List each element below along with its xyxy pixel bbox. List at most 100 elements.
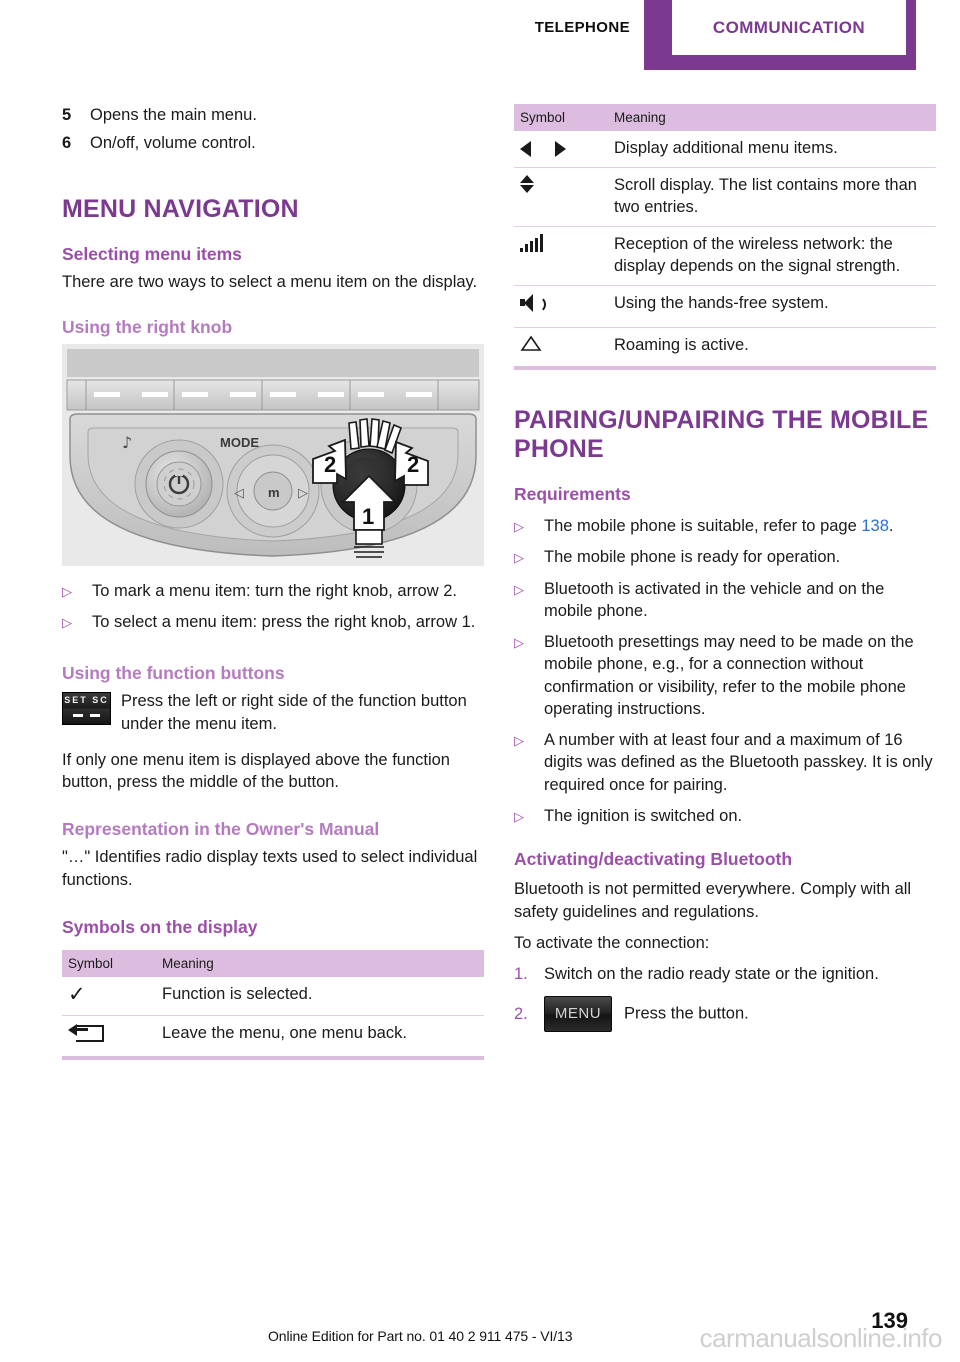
legend-number: 5 [62, 106, 72, 124]
triangle-bullet-icon: ▷ [514, 733, 524, 749]
requirement-item: ▷ A number with at least four and a maxi… [514, 729, 936, 796]
legend-item-5: 5 Opens the main menu. [62, 104, 484, 126]
up-down-triangles-icon [520, 175, 534, 194]
paragraph-activate-connection: To activate the connection: [514, 933, 710, 952]
page-header: TELEPHONE COMMUNICATION [0, 0, 960, 72]
step-text: Switch on the radio ready state or the i… [544, 965, 879, 984]
mode-label: MODE [220, 435, 259, 450]
section-title-menu-navigation: MENU NAVIGATION [62, 194, 299, 223]
previous-chapter-label: TELEPHONE [380, 0, 630, 55]
meaning-cell: Function is selected. [154, 976, 484, 1017]
right-knob-bullets: ▷ To mark a menu item: turn the right kn… [62, 580, 484, 634]
bullet-item: ▷ To select a menu item: press the right… [62, 611, 484, 633]
page-footer: Online Edition for Part no. 01 40 2 911 … [0, 1282, 960, 1362]
set-sc-button-label: SET SC [64, 695, 109, 706]
step-item: 2. MENU Press the button. [514, 996, 936, 1033]
symbol-cell [514, 131, 606, 169]
paragraph-selecting-menu-items: There are two ways to select a menu item… [62, 272, 478, 291]
left-column: 5 Opens the main menu. 6 On/off, volume … [62, 104, 484, 1060]
symbol-cell [62, 1015, 154, 1060]
meaning-cell: Reception of the wireless network: the d… [606, 226, 936, 287]
symbol-cell [514, 327, 606, 371]
column-header-meaning: Meaning [154, 949, 484, 977]
current-chapter-tab: COMMUNICATION [672, 0, 906, 55]
column-header-symbol: Symbol [514, 104, 606, 131]
menu-button-label: MENU [554, 1005, 602, 1023]
requirement-text: A number with at least four and a maximu… [544, 731, 933, 794]
back-arrow-icon [68, 1023, 104, 1043]
requirement-text: The ignition is switched on. [544, 806, 743, 825]
signal-bars-icon [520, 234, 543, 253]
triangle-bullet-icon: ▷ [62, 583, 72, 599]
requirement-text: The mobile phone is ready for operation. [544, 548, 841, 567]
legend-item-6: 6 On/off, volume control. [62, 132, 484, 154]
column-header-meaning: Meaning [606, 104, 936, 131]
requirement-text-before: The mobile phone is suitable, refer to p… [544, 517, 862, 536]
table-header-row: Symbol Meaning [514, 104, 936, 131]
right-triangle-icon [555, 140, 566, 157]
set-sc-button-icon: SET SC [62, 692, 111, 726]
meaning-cell: Using the hands-free system. [606, 285, 936, 328]
requirement-text-after: . [888, 517, 894, 536]
car-radio-control-panel-figure: MODE ♪ m ◁ ▷ 2 2 1 [62, 343, 484, 566]
meaning-cell: Scroll display. The list contains more t… [606, 167, 936, 228]
symbol-cell [514, 167, 606, 228]
symbol-cell: ✓ [62, 976, 154, 1017]
music-note-icon: ♪ [122, 433, 132, 452]
bullet-text: To select a menu item: press the right k… [92, 613, 476, 632]
triangle-bullet-icon: ▷ [514, 808, 524, 824]
section-title-pairing-unpairing: PAIRING/UNPAIRING THE MOBILE PHONE [514, 406, 929, 464]
requirements-list: ▷ The mobile phone is suitable, refer to… [514, 515, 936, 827]
triangle-bullet-icon: ▷ [514, 550, 524, 566]
checkmark-icon: ✓ [68, 982, 86, 1006]
meaning-cell: Display additional menu items. [606, 131, 936, 169]
triangle-bullet-icon: ▷ [514, 519, 524, 535]
meaning-cell: Leave the menu, one menu back. [154, 1015, 484, 1060]
edition-line: Online Edition for Part no. 01 40 2 911 … [268, 1328, 573, 1344]
speaker-icon [520, 293, 546, 314]
table-row: Roaming is active. [514, 327, 936, 371]
step-item: 1. Switch on the radio ready state or th… [514, 963, 936, 985]
function-button-instruction-text: Press the left or right side of the func… [121, 692, 467, 733]
paragraph-bluetooth-warning: Bluetooth is not permitted everywhere. C… [514, 880, 912, 921]
column-header-symbol: Symbol [62, 949, 154, 977]
right-column: Symbol Meaning Display additional menu i… [514, 104, 936, 1043]
legend-number: 6 [62, 134, 72, 153]
table-row: Scroll display. The list contains more t… [514, 167, 936, 228]
requirement-text: The mobile phone is suitable, refer to p… [544, 515, 936, 537]
roaming-triangle-icon [520, 335, 542, 351]
triangle-bullet-icon: ▷ [62, 615, 72, 631]
requirement-item: ▷ The mobile phone is ready for operatio… [514, 546, 936, 568]
set-sc-button-dashes [63, 714, 110, 718]
step-instruction-text: Press the button. [624, 1004, 749, 1023]
symbol-cell [514, 226, 606, 287]
center-m-label: m [268, 485, 280, 500]
heading-representation-owners-manual: Representation in the Owner's Manual [62, 819, 380, 840]
page-reference-link[interactable]: 138 [861, 517, 889, 535]
right-arrow-icon: ▷ [298, 486, 308, 501]
meaning-cell: Roaming is active. [606, 327, 936, 371]
callout-2-left: 2 [324, 452, 336, 477]
table-header-row: Symbol Meaning [62, 949, 484, 977]
callout-1: 1 [362, 504, 374, 529]
heading-activating-deactivating-bluetooth: Activating/deactivating Bluetooth [514, 849, 793, 870]
symbol-cell [514, 285, 606, 328]
left-triangle-icon [520, 140, 531, 157]
legend-text: Opens the main menu. [90, 106, 257, 124]
display-symbols-table: Symbol Meaning Display additional menu i… [514, 104, 936, 371]
requirement-item: ▷ Bluetooth presettings may need to be m… [514, 631, 936, 720]
paragraph-representation: "…" Identifies radio display texts used … [62, 848, 478, 889]
heading-requirements: Requirements [514, 484, 631, 505]
bullet-item: ▷ To mark a menu item: turn the right kn… [62, 580, 484, 602]
requirement-item: ▷ The mobile phone is suitable, refer to… [514, 515, 936, 537]
triangle-bullet-icon: ▷ [514, 581, 524, 597]
requirement-text: Bluetooth presettings may need to be mad… [544, 633, 914, 718]
step-number: 1. [514, 965, 528, 984]
radio-panel-illustration: MODE ♪ m ◁ ▷ 2 2 1 [62, 343, 484, 566]
table-row: ✓ Function is selected. [62, 976, 484, 1017]
function-button-note: If only one menu item is displayed above… [62, 750, 450, 792]
watermark-text: carmanualsonline.info [699, 1323, 943, 1353]
menu-button-icon: MENU [544, 996, 612, 1033]
heading-using-right-knob: Using the right knob [62, 316, 233, 337]
heading-using-function-buttons: Using the function buttons [62, 663, 285, 684]
